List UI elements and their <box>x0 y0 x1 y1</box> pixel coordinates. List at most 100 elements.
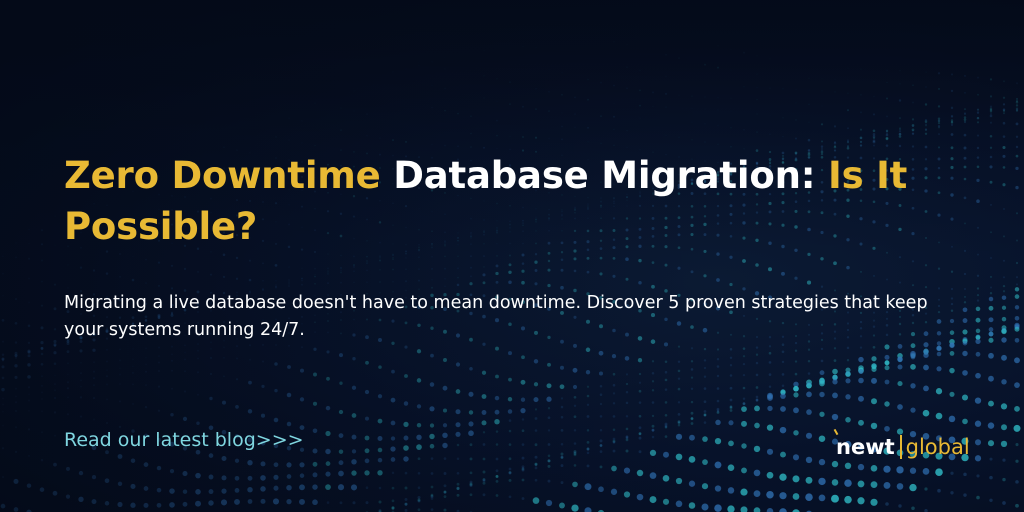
pattern-dot <box>872 132 876 136</box>
pattern-dot <box>963 74 967 77</box>
pattern-dot <box>312 461 318 467</box>
pattern-dot <box>638 432 642 435</box>
pattern-dot <box>898 256 902 259</box>
pattern-dot <box>727 505 735 512</box>
pattern-dot <box>1002 166 1006 169</box>
pattern-dot <box>989 78 993 81</box>
pattern-dot <box>234 475 240 481</box>
pattern-dot <box>937 133 941 136</box>
pattern-dot <box>339 501 343 505</box>
pattern-dot <box>962 337 968 342</box>
pattern-dot <box>482 457 486 461</box>
pattern-dot <box>844 495 852 504</box>
pattern-dot <box>638 432 642 436</box>
pattern-dot <box>587 78 589 81</box>
pattern-dot <box>353 110 355 112</box>
pattern-dot <box>911 129 915 132</box>
pattern-dot <box>924 210 928 213</box>
read-blog-link[interactable]: Read our latest blog>>> <box>64 427 304 453</box>
pattern-dot <box>366 281 368 284</box>
pattern-dot <box>626 66 628 68</box>
pattern-dot <box>483 75 485 77</box>
pattern-dot <box>766 448 774 455</box>
pattern-dot <box>625 427 629 431</box>
pattern-dot <box>327 282 329 285</box>
pattern-dot <box>1 340 5 343</box>
pattern-dot <box>456 482 460 486</box>
pattern-dot <box>925 71 927 73</box>
pattern-dot <box>976 146 980 150</box>
pattern-dot <box>403 401 409 406</box>
pattern-dot <box>208 489 214 495</box>
pattern-dot <box>405 68 407 70</box>
pattern-dot <box>819 378 825 385</box>
pattern-dot <box>509 254 511 257</box>
pattern-dot <box>366 255 368 258</box>
pattern-dot <box>831 479 839 486</box>
pattern-dot <box>340 266 342 269</box>
pattern-dot <box>457 267 459 270</box>
pattern-dot <box>430 495 434 499</box>
pattern-dot <box>222 253 226 257</box>
pattern-dot <box>574 113 576 115</box>
pattern-dot <box>117 481 123 486</box>
pattern-dot <box>924 167 928 171</box>
pattern-dot <box>262 262 264 265</box>
pattern-dot <box>599 393 603 396</box>
pattern-dot <box>571 504 579 512</box>
pattern-dot <box>327 267 329 270</box>
pattern-dot <box>573 395 577 399</box>
pattern-dot <box>2 410 4 413</box>
pattern-dot <box>547 464 551 468</box>
pattern-dot <box>392 258 394 260</box>
pattern-dot <box>742 397 746 400</box>
pattern-dot <box>351 459 357 465</box>
pattern-dot <box>794 137 798 140</box>
pattern-dot <box>665 75 667 78</box>
pattern-dot <box>976 226 980 229</box>
pattern-dot <box>301 277 303 280</box>
pattern-dot <box>833 145 837 149</box>
pattern-dot <box>612 440 616 444</box>
pattern-dot <box>53 328 57 331</box>
pattern-dot <box>925 123 927 126</box>
pattern-dot <box>534 417 538 420</box>
pattern-dot <box>572 367 578 373</box>
pattern-dot <box>897 344 903 349</box>
pattern-dot <box>1001 325 1007 331</box>
pattern-dot <box>638 372 642 376</box>
pattern-dot <box>935 412 943 420</box>
pattern-dot <box>417 499 421 503</box>
pattern-dot <box>169 502 175 508</box>
pattern-dot <box>353 255 355 258</box>
pattern-dot <box>885 97 889 100</box>
pattern-dot <box>755 386 759 389</box>
pattern-dot <box>950 73 954 76</box>
pattern-dot <box>145 347 147 350</box>
pattern-dot <box>702 459 708 465</box>
pattern-dot <box>949 338 955 345</box>
pattern-dot <box>158 361 160 364</box>
pattern-dot <box>937 119 941 122</box>
pattern-dot <box>1001 295 1007 300</box>
pattern-dot <box>910 354 916 360</box>
pattern-dot <box>703 400 707 404</box>
pattern-dot <box>509 103 511 105</box>
pattern-dot <box>911 118 915 121</box>
pattern-dot <box>340 271 342 274</box>
pattern-dot <box>1002 121 1006 125</box>
pattern-dot <box>704 122 706 125</box>
pattern-dot <box>884 379 890 385</box>
pattern-dot <box>896 483 904 490</box>
pattern-dot <box>638 401 642 404</box>
pattern-dot <box>1002 458 1006 462</box>
pattern-dot <box>677 377 681 380</box>
pattern-dot <box>53 344 57 347</box>
pattern-dot <box>753 507 761 512</box>
pattern-dot <box>521 253 525 257</box>
pattern-dot <box>872 144 876 147</box>
pattern-dot <box>898 135 902 138</box>
pattern-dot <box>769 115 771 117</box>
pattern-dot <box>950 491 954 495</box>
pattern-dot <box>847 79 849 81</box>
